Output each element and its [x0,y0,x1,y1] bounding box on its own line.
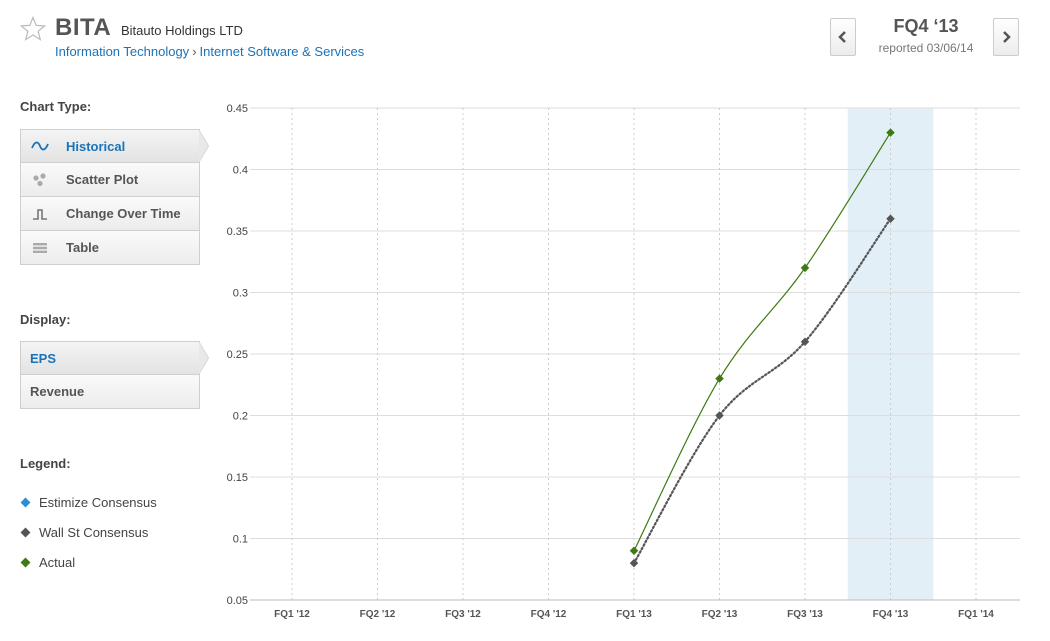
chart-type-label: Table [66,240,99,255]
display-eps[interactable]: EPS [20,341,209,375]
y-tick-label: 0.1 [233,534,248,546]
ticker-symbol: BITA [55,14,112,41]
display-title: Display: [20,312,71,327]
eps-chart: 0.05 0.1 0.15 0.2 0.25 0.3 0.35 0.4 0.45 FQ1 '12 F… [227,103,1020,620]
industry-link[interactable]: Internet Software & Services [200,44,365,59]
y-tick-label: 0.4 [233,165,248,177]
x-tick-label: FQ2 '12 [360,609,396,620]
x-tick-label: FQ4 '13 [873,609,909,620]
y-tick-label: 0.25 [227,349,248,361]
display-label: EPS [30,350,57,366]
display-menu: EPS Revenue [20,341,209,409]
chart-type-historical[interactable]: Historical [20,129,209,163]
legend-label: Estimize Consensus [39,495,157,510]
data-point-actual [629,546,639,556]
chart-type-change-over-time[interactable]: Change Over Time [20,197,200,231]
breadcrumb-separator: › [192,44,197,59]
legend-item-actual: Actual [20,555,75,570]
display-label: Revenue [30,384,85,399]
legend-title: Legend: [20,456,71,471]
chevron-right-icon [1003,31,1011,43]
chart-type-label: Change Over Time [66,206,181,221]
y-tick-label: 0.2 [233,411,248,423]
x-tick-label: FQ1 '14 [958,609,994,620]
chart-type-scatter-plot[interactable]: Scatter Plot [20,163,200,197]
x-tick-label: FQ3 '13 [787,609,823,620]
sector-link[interactable]: Information Technology [55,44,189,59]
chart-type-table[interactable]: Table [20,231,200,265]
chevron-left-icon [838,31,846,43]
legend-label: Wall St Consensus [39,525,149,540]
x-tick-label: FQ1 '12 [274,609,310,620]
chart-type-label: Scatter Plot [66,172,139,187]
y-tick-label: 0.15 [227,472,248,484]
diamond-marker-icon [20,527,31,538]
display-revenue[interactable]: Revenue [20,375,200,409]
data-point-wall-st-consensus [629,558,639,568]
legend-item-estimize: Estimize Consensus [20,495,157,510]
wave-icon [30,141,50,151]
data-point-actual [800,263,810,273]
star-icon[interactable] [20,16,46,42]
y-tick-label: 0.45 [227,103,248,115]
scatter-dots-icon [30,172,50,187]
chart-type-label: Historical [66,138,126,154]
quarter-title: FQ4 ‘13 [893,16,959,36]
data-point-actual [715,374,724,383]
legend-label: Actual [39,555,76,570]
reported-date: reported 03/06/14 [878,41,974,55]
breadcrumb: Information Technology › Internet Software… [55,44,364,59]
diamond-marker-icon [20,497,31,508]
x-tick-label: FQ2 '13 [702,609,738,620]
x-tick-label: FQ4 '12 [531,609,567,620]
step-icon [30,208,50,220]
next-quarter-button[interactable] [993,18,1019,56]
y-tick-label: 0.3 [233,288,248,300]
table-icon [30,242,50,254]
y-tick-label: 0.35 [227,226,248,238]
y-tick-label: 0.05 [227,595,248,607]
x-tick-label: FQ3 '12 [445,609,481,620]
previous-quarter-button[interactable] [830,18,856,56]
chart-type-menu: Historical Scatter Plot Change Over Time… [20,129,209,265]
x-tick-label: FQ1 '13 [616,609,652,620]
diamond-marker-icon [20,557,31,568]
chart-type-title: Chart Type: [20,99,92,114]
company-header: BITA Bitauto Holdings LTD Information Te… [0,0,1050,80]
legend-item-wallst: Wall St Consensus [20,525,148,540]
company-name: Bitauto Holdings LTD [121,23,243,38]
